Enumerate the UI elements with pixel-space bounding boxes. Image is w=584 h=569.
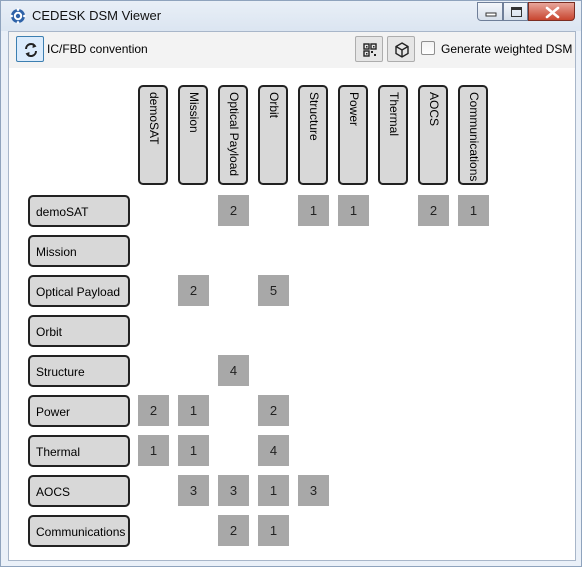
column-header-thermal: Thermal [378,85,408,185]
weighted-dsm-checkbox[interactable] [421,41,435,55]
convention-label: IC/FBD convention [47,42,148,56]
dsm-cell-communications-optical-payload: 2 [218,515,249,546]
row-header-mission: Mission [28,235,130,267]
dsm-cell-thermal-mission: 1 [178,435,209,466]
row-header-label: Structure [36,365,85,379]
row-header-label: Mission [36,245,77,259]
window-title: CEDESK DSM Viewer [32,8,162,23]
weighted-dsm-label: Generate weighted DSM [441,42,573,56]
cube-button[interactable] [387,36,415,62]
row-header-label: Communications [36,525,126,539]
minimize-icon [485,12,497,17]
dsm-cell-demosat-optical-payload: 2 [218,195,249,226]
cedesk-app-icon [10,8,26,24]
column-header-aocs: AOCS [418,85,448,185]
minimize-button[interactable] [477,2,503,21]
row-header-label: Orbit [36,325,63,339]
dsm-cell-demosat-communications: 1 [458,195,489,226]
row-header-optical-payload: Optical Payload [28,275,130,307]
dsm-cell-thermal-orbit: 4 [258,435,289,466]
column-header-label: AOCS [427,92,441,127]
dsm-cell-power-orbit: 2 [258,395,289,426]
column-header-label: Structure [307,92,321,141]
column-header-label: Mission [187,92,201,133]
row-header-structure: Structure [28,355,130,387]
dsm-cell-aocs-structure: 3 [298,475,329,506]
dsm-cell-aocs-orbit: 1 [258,475,289,506]
close-icon [545,6,560,19]
column-header-label: Power [347,92,361,127]
row-header-label: Power [36,405,71,419]
dsm-cell-optical-payload-mission: 2 [178,275,209,306]
dsm-cell-aocs-mission: 3 [178,475,209,506]
main-content: IC/FBD convention Generate weighted DSM … [8,31,576,561]
row-header-label: Optical Payload [36,285,121,299]
dsm-cell-demosat-power: 1 [338,195,369,226]
cube-icon [395,42,409,58]
dsm-cell-demosat-structure: 1 [298,195,329,226]
dsm-cell-demosat-aocs: 2 [418,195,449,226]
maximize-button[interactable] [503,2,528,21]
row-header-label: Thermal [36,445,81,459]
column-header-demosat: demoSAT [138,85,168,185]
row-header-aocs: AOCS [28,475,130,507]
maximize-icon [511,7,522,17]
column-header-label: Orbit [267,92,281,119]
qr-code-button[interactable] [355,36,383,62]
dsm-cell-optical-payload-orbit: 5 [258,275,289,306]
app-window: CEDESK DSM Viewer IC/FBD convention Gene… [0,0,582,567]
dsm-cell-power-demosat: 2 [138,395,169,426]
dsm-cell-thermal-demosat: 1 [138,435,169,466]
column-header-label: Communications [467,92,481,182]
column-header-optical-payload: Optical Payload [218,85,248,185]
dsm-cell-structure-optical-payload: 4 [218,355,249,386]
refresh-button[interactable] [16,36,44,62]
row-header-communications: Communications [28,515,130,547]
column-header-label: Thermal [387,92,401,137]
close-button[interactable] [528,2,575,21]
dsm-cell-power-mission: 1 [178,395,209,426]
row-header-label: demoSAT [36,205,89,219]
column-header-mission: Mission [178,85,208,185]
column-header-communications: Communications [458,85,488,185]
row-header-demosat: demoSAT [28,195,130,227]
column-header-orbit: Orbit [258,85,288,185]
column-header-structure: Structure [298,85,328,185]
column-header-power: Power [338,85,368,185]
qr-code-icon [363,43,377,57]
toolbar: IC/FBD convention Generate weighted DSM [9,32,575,68]
dsm-cell-communications-orbit: 1 [258,515,289,546]
row-header-orbit: Orbit [28,315,130,347]
refresh-icon [25,43,37,57]
row-header-power: Power [28,395,130,427]
column-header-label: demoSAT [147,92,161,145]
dsm-cell-aocs-optical-payload: 3 [218,475,249,506]
row-header-label: AOCS [36,485,71,499]
column-header-label: Optical Payload [227,92,241,177]
title-bar[interactable]: CEDESK DSM Viewer [1,1,581,31]
row-header-thermal: Thermal [28,435,130,467]
